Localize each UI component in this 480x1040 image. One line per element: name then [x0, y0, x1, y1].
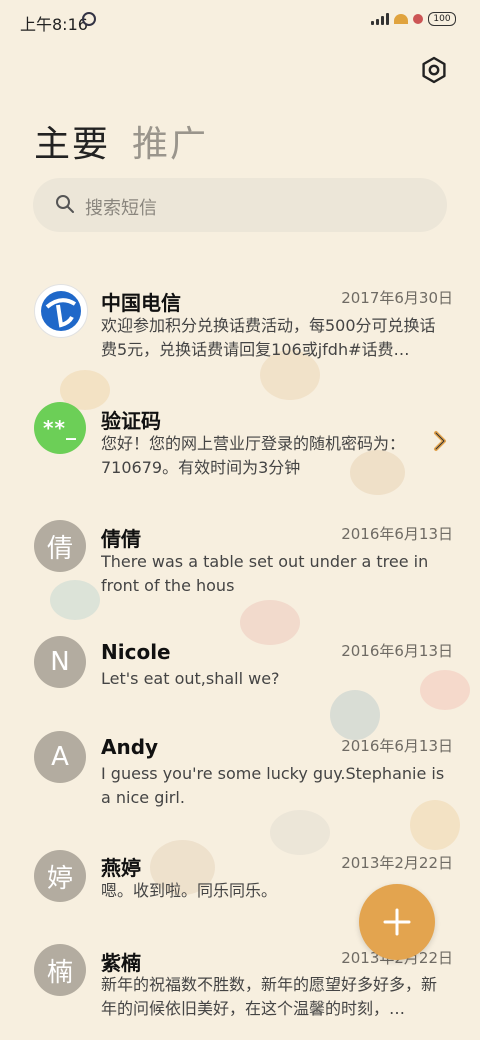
wifi-icon: [394, 14, 408, 24]
avatar: 楠: [34, 944, 86, 996]
signal-icon: [371, 13, 389, 25]
contact-name: Nicole: [101, 640, 171, 664]
contact-name: 燕婷: [101, 856, 141, 880]
message-preview: Let's eat out,shall we?: [101, 669, 280, 688]
message-date: 2016年6月13日: [341, 737, 453, 755]
message-preview: 欢迎参加积分兑换话费活动，每500分可兑换话费5元，兑换话费请回复106或jfd…: [101, 316, 436, 359]
notification-icon: [413, 14, 423, 24]
contact-name: 紫楠: [101, 951, 141, 975]
compose-button[interactable]: [359, 884, 435, 960]
contact-name: Andy: [101, 735, 159, 759]
message-date: 2013年2月22日: [341, 854, 453, 872]
message-date: 2016年6月13日: [341, 642, 453, 660]
avatar: 婷: [34, 850, 86, 902]
search-icon: [56, 195, 74, 213]
message-preview: 新年的祝福数不胜数，新年的愿望好多好多，新年的问候依旧美好，在这个温馨的时刻，…: [101, 975, 438, 1018]
china-telecom-logo-icon: [34, 284, 88, 338]
avatar: N: [34, 636, 86, 688]
settings-icon: [422, 56, 446, 84]
message-preview: There was a table set out under a tree i…: [101, 552, 429, 595]
contact-name: 验证码: [101, 409, 161, 433]
tab-promotions[interactable]: 推广: [132, 115, 208, 167]
status-bar: 上午8:16 100: [0, 0, 480, 40]
chevron-right-icon[interactable]: [432, 430, 448, 452]
contact-name: 中国电信: [101, 291, 181, 315]
settings-button[interactable]: [419, 55, 449, 85]
avatar: **_: [34, 402, 86, 454]
tab-bar: 主要 推广: [34, 115, 208, 167]
plus-icon: [383, 908, 411, 936]
avatar: 倩: [34, 520, 86, 572]
message-date: 2016年6月13日: [341, 525, 453, 543]
message-date: 2017年6月30日: [341, 289, 453, 307]
status-icons: 100: [371, 12, 456, 26]
battery-icon: 100: [428, 12, 456, 26]
alarm-icon: [82, 12, 96, 26]
search-placeholder: 搜索短信: [85, 198, 157, 219]
status-time: 上午8:16: [20, 15, 88, 34]
message-preview: I guess you're some lucky guy.Stephanie …: [101, 764, 445, 807]
avatar: A: [34, 731, 86, 783]
contact-name: 倩倩: [101, 527, 141, 551]
message-preview: 您好！您的网上营业厅登录的随机密码为：710679。有效时间为3分钟: [101, 434, 406, 477]
tab-primary[interactable]: 主要: [34, 115, 110, 167]
search-input[interactable]: 搜索短信: [33, 178, 447, 232]
